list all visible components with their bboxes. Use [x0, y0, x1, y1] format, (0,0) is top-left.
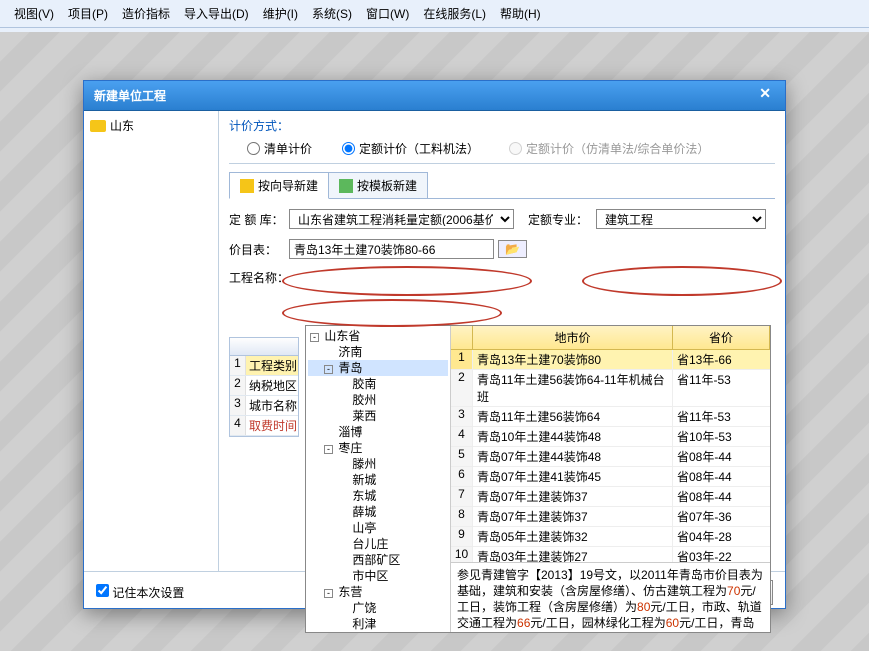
remember-checkbox[interactable]: 记住本次设置: [96, 584, 184, 601]
region-tree: 山东: [84, 111, 219, 571]
new-project-dialog: 新建单位工程 ✕ 山东 计价方式： 清单计价 定额计价（工料机法） 定额计价（仿…: [83, 80, 786, 609]
radio-quota-composite: 定额计价（仿清单法/综合单价法）: [509, 140, 709, 157]
price-row[interactable]: 5青岛07年土建44装饰48省08年-44: [451, 447, 770, 467]
tree-node[interactable]: 广饶: [308, 600, 448, 616]
tree-node[interactable]: - 山东省: [308, 328, 448, 344]
price-note: 参见青建管字【2013】19号文，以2011年青岛市价目表为基础，建筑和安装（含…: [451, 562, 770, 632]
menu-item[interactable]: 帮助(H): [494, 3, 547, 24]
price-row[interactable]: 7青岛07年土建装饰37省08年-44: [451, 487, 770, 507]
category-row[interactable]: 1工程类别: [230, 356, 298, 376]
menu-item[interactable]: 项目(P): [62, 3, 114, 24]
tree-node[interactable]: 山亭: [308, 520, 448, 536]
tree-node[interactable]: - 枣庄: [308, 440, 448, 456]
radio-list-pricing[interactable]: 清单计价: [247, 140, 312, 157]
category-row[interactable]: 4取费时间: [230, 416, 298, 436]
folder-icon: [90, 120, 106, 132]
tree-node[interactable]: 莱西: [308, 408, 448, 424]
price-row[interactable]: 10青岛03年土建装饰27省03年-22: [451, 547, 770, 562]
tree-node[interactable]: 薛城: [308, 504, 448, 520]
radio-quota-pricing[interactable]: 定额计价（工料机法）: [342, 140, 479, 157]
pricing-method-label: 计价方式：: [229, 117, 775, 134]
tree-root[interactable]: 山东: [90, 117, 212, 134]
category-row[interactable]: 3城市名称: [230, 396, 298, 416]
dialog-title-text: 新建单位工程: [94, 89, 166, 103]
price-row[interactable]: 6青岛07年土建41装饰45省08年-44: [451, 467, 770, 487]
region-tree-panel[interactable]: - 山东省 济南- 青岛 胶南 胶州 莱西 淄博- 枣庄 滕州 新城 东城 薛城…: [306, 326, 451, 632]
tree-node[interactable]: 济南: [308, 344, 448, 360]
annotation-ellipse: [282, 299, 502, 327]
menu-item[interactable]: 视图(V): [8, 3, 60, 24]
menu-item[interactable]: 在线服务(L): [417, 3, 492, 24]
price-list-dropdown: - 山东省 济南- 青岛 胶南 胶州 莱西 淄博- 枣庄 滕州 新城 东城 薛城…: [305, 325, 771, 633]
menu-item[interactable]: 窗口(W): [360, 3, 415, 24]
price-grid-header: 地市价 省价: [451, 326, 770, 350]
menu-item[interactable]: 系统(S): [306, 3, 358, 24]
tab-wizard[interactable]: 按向导新建: [229, 172, 329, 199]
tree-node[interactable]: 滕州: [308, 456, 448, 472]
tree-node[interactable]: - 东营: [308, 584, 448, 600]
price-list-browse-icon[interactable]: 📂: [498, 240, 527, 258]
creation-tabs: 按向导新建 按模板新建: [229, 172, 775, 199]
menu-item[interactable]: 造价指标: [116, 3, 176, 24]
menu-item[interactable]: 维护(I): [257, 3, 304, 24]
label-quota-prof: 定额专业：: [528, 211, 596, 228]
tree-node[interactable]: 东城: [308, 488, 448, 504]
tree-node[interactable]: 西部矿区: [308, 552, 448, 568]
tree-node[interactable]: 胶南: [308, 376, 448, 392]
label-price-list: 价目表：: [229, 241, 289, 258]
price-row[interactable]: 1青岛13年土建70装饰80省13年-66: [451, 350, 770, 370]
tree-node[interactable]: 胶州: [308, 392, 448, 408]
dialog-titlebar: 新建单位工程 ✕: [84, 81, 785, 111]
tree-node[interactable]: 市中区: [308, 568, 448, 584]
quota-lib-select[interactable]: 山东省建筑工程消耗量定额(2006基价): [289, 209, 514, 229]
price-row[interactable]: 9青岛05年土建装饰32省04年-28: [451, 527, 770, 547]
menu-item[interactable]: 导入导出(D): [178, 3, 255, 24]
label-quota-lib: 定 额 库：: [229, 211, 289, 228]
price-row[interactable]: 3青岛11年土建56装饰64省11年-53: [451, 407, 770, 427]
price-row[interactable]: 8青岛07年土建装饰37省07年-36: [451, 507, 770, 527]
close-icon[interactable]: ✕: [751, 85, 779, 102]
tree-node[interactable]: 台儿庄: [308, 536, 448, 552]
category-row[interactable]: 2纳税地区: [230, 376, 298, 396]
price-list-combo[interactable]: [289, 239, 494, 259]
quota-prof-select[interactable]: 建筑工程: [596, 209, 766, 229]
price-row[interactable]: 4青岛10年土建44装饰48省10年-53: [451, 427, 770, 447]
label-project-name: 工程名称：: [229, 269, 289, 286]
pricing-method-radios: 清单计价 定额计价（工料机法） 定额计价（仿清单法/综合单价法）: [229, 140, 775, 164]
menu-bar: 视图(V)项目(P)造价指标导入导出(D)维护(I)系统(S)窗口(W)在线服务…: [0, 0, 869, 28]
category-list: 1工程类别2纳税地区3城市名称4取费时间: [229, 337, 299, 437]
price-grid-body[interactable]: 1青岛13年土建70装饰80省13年-662青岛11年土建56装饰64-11年机…: [451, 350, 770, 562]
tab-template[interactable]: 按模板新建: [328, 172, 428, 198]
tree-node[interactable]: 新城: [308, 472, 448, 488]
price-row[interactable]: 2青岛11年土建56装饰64-11年机械台班省11年-53: [451, 370, 770, 407]
tree-node[interactable]: 利津: [308, 616, 448, 632]
tree-node[interactable]: - 青岛: [308, 360, 448, 376]
tree-node[interactable]: 淄博: [308, 424, 448, 440]
